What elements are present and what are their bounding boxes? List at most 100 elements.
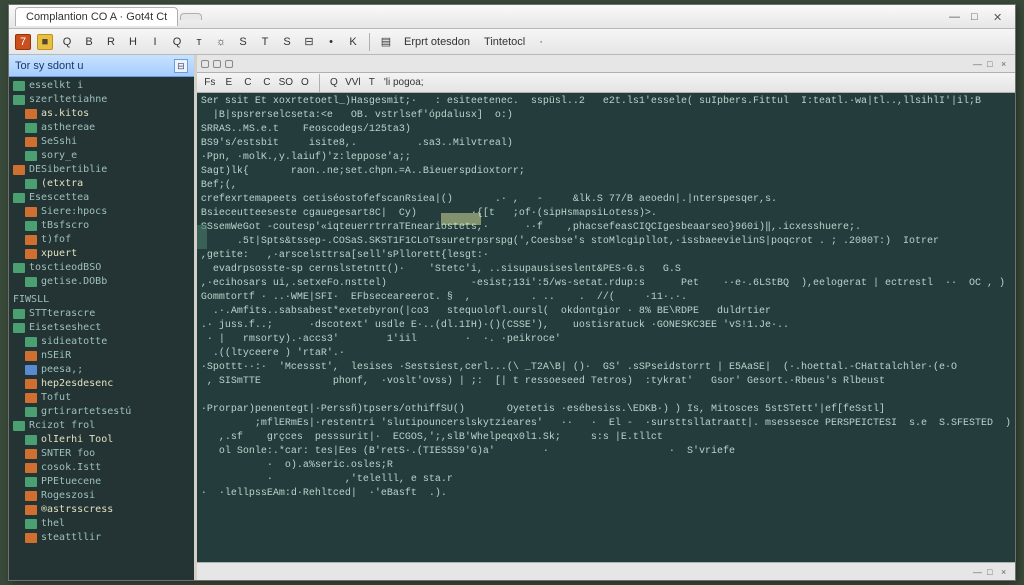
code-line: BS9's/estsbit isite8,. .sa3..Milvtreal) <box>201 137 1011 151</box>
ed-btn-8[interactable]: T <box>365 76 379 90</box>
tree-item[interactable]: Esescettea <box>11 191 192 205</box>
tree-item-label: sory_e <box>41 149 77 163</box>
tree-item[interactable]: STTterascre <box>11 307 192 321</box>
editor-tab-dot[interactable] <box>213 60 221 68</box>
ed-btn-3[interactable]: C <box>260 76 274 90</box>
code-editor[interactable]: Ser ssit Et xoxrtetoetl_)Hasgesmit;· : e… <box>197 93 1015 562</box>
tree-item[interactable]: peesa,; <box>11 363 192 377</box>
tree-item-icon <box>25 337 37 347</box>
editor-ctrl-close-icon[interactable]: × <box>1001 59 1011 69</box>
toolbar-btn-2[interactable]: Q <box>59 34 75 50</box>
toolbar-doc-icon[interactable]: ▤ <box>378 34 394 50</box>
tree-item[interactable]: Tofut <box>11 391 192 405</box>
tree-item[interactable]: SeSshi <box>11 135 192 149</box>
tree-item[interactable]: cosok.Istt <box>11 461 192 475</box>
title-tab-active[interactable]: Complantion CO A · Got4t Ct <box>15 7 178 26</box>
tree-item[interactable]: nSEiR <box>11 349 192 363</box>
ed-btn-4[interactable]: SO <box>279 76 293 90</box>
tree-item[interactable]: getise.DOBb <box>11 275 192 289</box>
tree-item[interactable]: esselkt i <box>11 79 192 93</box>
tree-item[interactable]: (etxtra <box>11 177 192 191</box>
sidebar-toggle-icon[interactable]: ⊟ <box>174 59 188 73</box>
toolbar-btn-11[interactable]: T <box>257 34 273 50</box>
close-button[interactable]: ✕ <box>993 11 1005 23</box>
toolbar-btn-7[interactable]: Q <box>169 34 185 50</box>
tree-item[interactable]: sory_e <box>11 149 192 163</box>
toolbar-btn-9[interactable]: ☼ <box>213 34 229 50</box>
tree-item-label: Rogeszosi <box>41 489 95 503</box>
tree-item[interactable]: olIerhi Tool <box>11 433 192 447</box>
tree-item[interactable]: hep2esdesenc <box>11 377 192 391</box>
tree-item[interactable]: tBsfscro <box>11 219 192 233</box>
ed-btn-0[interactable]: Fs <box>203 76 217 90</box>
toolbar-btn-6[interactable]: I <box>147 34 163 50</box>
tree-item[interactable]: FIWSLL <box>11 293 192 307</box>
editor-ctrl-close-icon[interactable]: × <box>1001 567 1011 577</box>
minimize-button[interactable]: — <box>949 11 961 23</box>
toolbar-btn-13[interactable]: ⊟ <box>301 34 317 50</box>
sidebar: Tor sy sdont u ⊟ esselkt iszerltetiahnea… <box>9 55 194 580</box>
toolbar-btn-10[interactable]: S <box>235 34 251 50</box>
tree-item[interactable]: SNTER foo <box>11 447 192 461</box>
toolbar-btn-4[interactable]: R <box>103 34 119 50</box>
editor-ctrl-max-icon[interactable]: □ <box>987 59 997 69</box>
sidebar-title: Tor sy sdont u <box>15 60 83 72</box>
tree-item[interactable]: as.kitos <box>11 107 192 121</box>
toolbar-btn-0[interactable]: 7 <box>15 34 31 50</box>
tree-item-icon <box>25 505 37 515</box>
tree-item[interactable]: sidieatotte <box>11 335 192 349</box>
code-line: ,·ecihosars ui,.setxeFo.nsttel) -esist;1… <box>201 277 1011 291</box>
toolbar-btn-8[interactable]: ᴛ <box>191 34 207 50</box>
tree-item[interactable]: t)fof <box>11 233 192 247</box>
tree-item[interactable]: thel <box>11 517 192 531</box>
editor-gutter-highlight <box>197 225 207 249</box>
tree-item[interactable]: steattllir <box>11 531 192 545</box>
tree-item[interactable]: ®astrsscress <box>11 503 192 517</box>
editor-ctrl-min-icon[interactable]: — <box>973 59 983 69</box>
tree-item[interactable]: PPEtuecene <box>11 475 192 489</box>
toolbar-btn-15[interactable]: K <box>345 34 361 50</box>
tree-item-icon <box>25 109 37 119</box>
ed-btn-1[interactable]: E <box>222 76 236 90</box>
toolbar-text-0[interactable]: Erprt otesdon <box>400 36 474 48</box>
ed-btn-5[interactable]: O <box>298 76 312 90</box>
tree-item-label: olIerhi Tool <box>41 433 113 447</box>
toolbar-btn-14[interactable]: • <box>323 34 339 50</box>
toolbar-btn-3[interactable]: B <box>81 34 97 50</box>
tree-item[interactable]: asthereae <box>11 121 192 135</box>
title-tab-inactive[interactable] <box>180 13 202 20</box>
symbol-tree[interactable]: esselkt iszerltetiahneas.kitosasthereaeS… <box>9 77 194 580</box>
tree-item[interactable]: Siere:hpocs <box>11 205 192 219</box>
editor-ctrl-min-icon[interactable]: — <box>973 567 983 577</box>
ed-btn-7[interactable]: VVl <box>346 76 360 90</box>
editor-tab-dot[interactable] <box>225 60 233 68</box>
toolbar-separator <box>369 33 370 51</box>
tree-item[interactable]: DESibertiblie <box>11 163 192 177</box>
ed-btn-6[interactable]: Q <box>327 76 341 90</box>
editor-ctrl-max-icon[interactable]: □ <box>987 567 997 577</box>
code-line: ,.sf grçces pesssurit|· ECGOS,';,slB'Whe… <box>201 431 1011 445</box>
tree-item-label: ®astrsscress <box>41 503 113 517</box>
tree-item-label: nSEiR <box>41 349 71 363</box>
ed-sep <box>319 74 320 92</box>
toolbar-btn-5[interactable]: H <box>125 34 141 50</box>
code-line: Sagt)lk{ raon..ne;set.chpn.=A..Bieuerspd… <box>201 165 1011 179</box>
toolbar-btn-1[interactable]: ■ <box>37 34 53 50</box>
code-line: · o).a%seric.osles;R <box>201 459 1011 473</box>
tree-item[interactable]: Eisetseshect <box>11 321 192 335</box>
tree-item[interactable]: szerltetiahne <box>11 93 192 107</box>
tree-item[interactable]: grtirartetsestú <box>11 405 192 419</box>
code-line: , SISmTTE phonf, ·voslt'ovss) | ;: [| t … <box>201 375 1011 389</box>
editor-tab-dot[interactable] <box>201 60 209 68</box>
toolbar-btn-12[interactable]: S <box>279 34 295 50</box>
main-body: Tor sy sdont u ⊟ esselkt iszerltetiahnea… <box>9 55 1015 580</box>
ed-btn-2[interactable]: C <box>241 76 255 90</box>
tree-item[interactable]: tosctieodBSO <box>11 261 192 275</box>
toolbar-text-1[interactable]: Tintetocl <box>480 36 529 48</box>
code-line: .· juss.f..; ·dscotext' usdle E·..(dl.1I… <box>201 319 1011 333</box>
code-line: .((ltyceere ) 'rtaR'.· <box>201 347 1011 361</box>
maximize-button[interactable]: □ <box>971 11 983 23</box>
tree-item[interactable]: Rcizot frol <box>11 419 192 433</box>
tree-item[interactable]: xpuert <box>11 247 192 261</box>
tree-item[interactable]: Rogeszosi <box>11 489 192 503</box>
